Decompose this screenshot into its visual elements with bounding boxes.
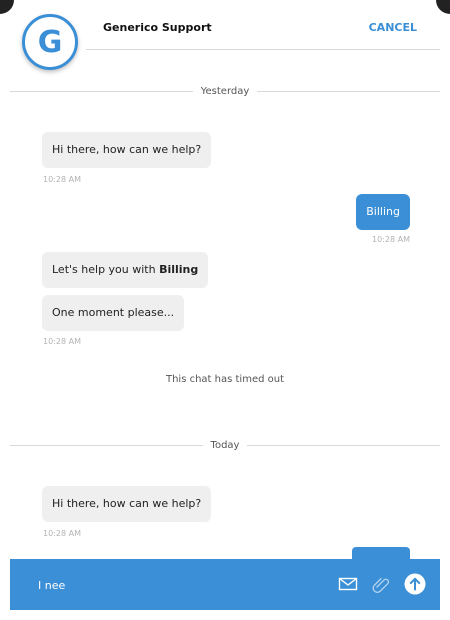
cancel-button[interactable]: CANCEL [369,21,417,34]
date-divider-today: Today [10,438,441,452]
message-timestamp: 10:28 AM [43,337,81,346]
agent-message: Hi there, how can we help? [42,132,212,168]
date-divider-yesterday: Yesterday [10,84,441,98]
message-timestamp: 10:28 AM [43,175,81,184]
chat-status-message: This chat has timed out [165,374,285,385]
message-composer [10,559,440,610]
paperclip-icon[interactable] [371,575,391,593]
header-divider [86,49,440,50]
user-message: Billing [356,194,410,230]
message-timestamp: 10:28 AM [372,235,410,244]
avatar-letter: G [37,24,63,60]
date-label: Yesterday [200,85,250,97]
agent-message: Hi there, how can we help? [42,486,212,522]
avatar: G [22,14,78,70]
chat-title: Generico Support [103,21,212,34]
message-timestamp: 10:28 AM [43,529,81,538]
message-input[interactable] [38,575,298,595]
date-label: Today [210,439,240,451]
agent-message: One moment please... [42,295,185,331]
message-bold-text: Billing [159,263,199,276]
envelope-icon[interactable] [338,575,358,593]
send-arrow-icon[interactable] [404,573,426,595]
message-text: Let's help you with [52,263,160,276]
agent-message: Let's help you with Billing [42,252,209,288]
chat-header: G Generico Support CANCEL [0,0,450,70]
